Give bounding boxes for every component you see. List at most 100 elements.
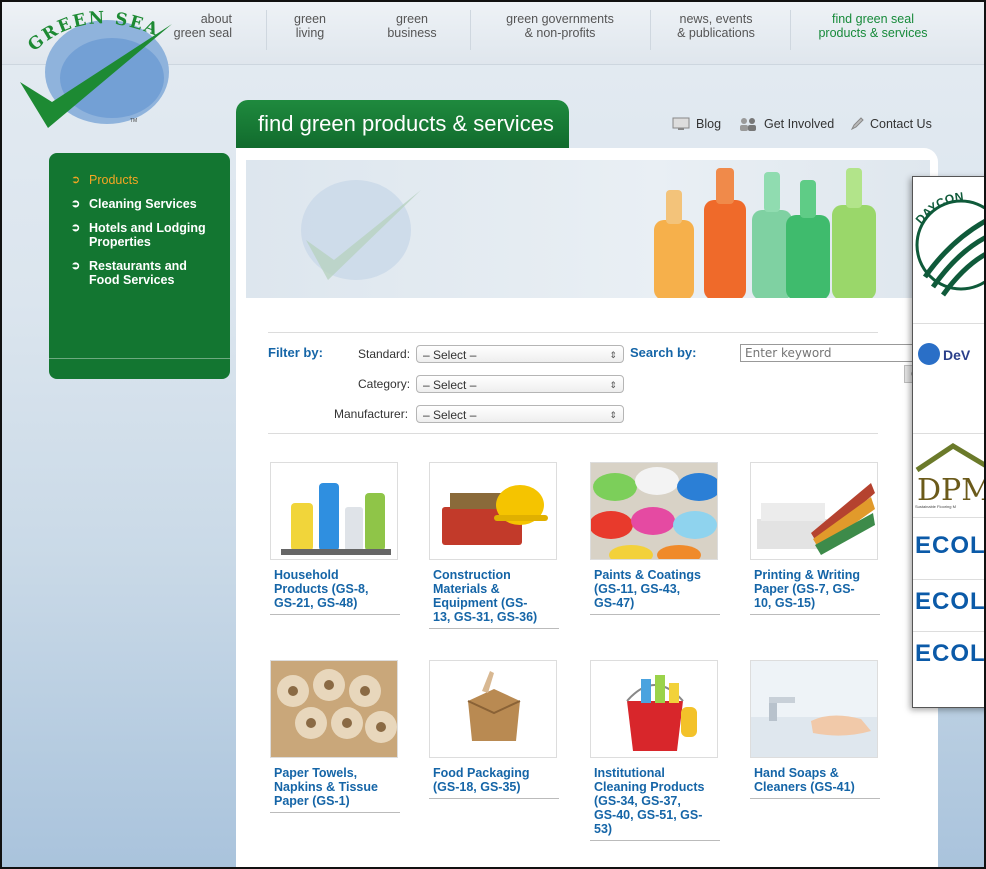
sidebar-item-restaurants[interactable]: ➲ Restaurants and Food Services [69, 259, 209, 287]
select-arrows-icon: ⇕ [609, 350, 617, 360]
arrow-bullet-icon: ➲ [71, 198, 81, 210]
label-line: 10, GS-15) [754, 596, 816, 610]
nav-divider [650, 10, 651, 50]
product-thumbnail [590, 462, 718, 560]
manufacturer-row-daycon[interactable]: DAYCON [913, 177, 984, 323]
manufacturer-label: Manufacturer: [334, 407, 409, 421]
nav-green-business[interactable]: green business [380, 12, 444, 40]
product-card-label: Household Products (GS-8, GS-21, GS-48) [270, 568, 400, 615]
category-label: Category: [358, 377, 411, 391]
blog-label: Blog [696, 117, 722, 131]
label-line: Napkins & Tissue [274, 780, 378, 794]
monitor-icon [672, 117, 690, 130]
filter-section: Filter by: Standard: – Select – ⇕ Catego… [268, 332, 934, 434]
keyword-search-input[interactable] [740, 344, 933, 362]
ecolab-logo-text: ECOLA [915, 640, 986, 667]
pencil-icon [850, 117, 864, 131]
manufacturer-row-dpm[interactable]: DPM Sustainable Flooring M [913, 433, 984, 518]
product-thumbnail [750, 660, 878, 758]
product-card-label: Printing & Writing Paper (GS-7, GS- 10, … [750, 568, 880, 615]
nav-label-line2: & publications [677, 26, 755, 40]
devere-text: DeV [943, 347, 971, 363]
product-card-printing-paper[interactable]: Printing & Writing Paper (GS-7, GS- 10, … [750, 462, 880, 615]
label-line: (GS-11, GS-43, [594, 582, 681, 596]
label-line: Cleaning Products [594, 780, 705, 794]
nav-divider [470, 10, 471, 50]
product-thumbnail [270, 462, 398, 560]
nav-green-living[interactable]: green living [282, 12, 338, 40]
product-thumbnail [750, 462, 878, 560]
product-card-food-packaging[interactable]: Food Packaging (GS-18, GS-35) [429, 660, 559, 799]
paper-stack-image [757, 483, 875, 555]
sidebar-divider [49, 358, 230, 359]
label-line: Paints & Coatings [594, 568, 701, 582]
manufacturer-logo-panel: DAYCON DeV DPM Sustainable Flooring M EC… [912, 176, 986, 708]
product-card-label: Paper Towels, Napkins & Tissue Paper (GS… [270, 766, 400, 813]
label-line: Food Packaging [433, 766, 530, 780]
label-line: Hand Soaps & [754, 766, 839, 780]
nav-green-governments[interactable]: green governments & non-profits [498, 12, 622, 40]
manufacturer-row-devere[interactable]: DeV [913, 323, 984, 434]
category-select[interactable]: – Select – ⇕ [416, 375, 624, 393]
sidebar-item-products[interactable]: ➲ Products [69, 173, 230, 187]
logo-tm: TM [130, 118, 137, 124]
product-card-label: Construction Materials & Equipment (GS- … [429, 568, 559, 629]
label-line: Institutional [594, 766, 665, 780]
nav-label-line1: news, events [679, 12, 753, 26]
sidebar-item-cleaning-services[interactable]: ➲ Cleaning Services [69, 197, 230, 211]
get-involved-link[interactable]: Get Involved [738, 117, 834, 131]
ecolab-logo-text: ECOLA [915, 532, 986, 559]
browser-frame: about green seal green living green busi… [0, 0, 986, 869]
standard-select-value: – Select – [423, 348, 477, 362]
standard-label: Standard: [358, 347, 411, 361]
sidebar-nav: ➲ Products ➲ Cleaning Services ➲ Hotels … [49, 153, 230, 379]
manufacturer-row-ecolab[interactable]: ECOLA [913, 631, 986, 707]
nav-news-events[interactable]: news, events & publications [668, 12, 764, 40]
product-thumbnail [429, 660, 557, 758]
manufacturer-select-value: – Select – [423, 408, 477, 422]
cleaning-bucket-image [626, 675, 697, 751]
blog-link[interactable]: Blog [672, 117, 721, 131]
label-line: (GS-18, GS-35) [433, 780, 521, 794]
sidebar-item-label: Restaurants and Food Services [89, 259, 187, 287]
standard-select[interactable]: – Select – ⇕ [416, 345, 624, 363]
paper-towel-rolls-image [271, 661, 397, 757]
product-card-paints[interactable]: Paints & Coatings (GS-11, GS-43, GS-47) [590, 462, 720, 615]
product-card-label: Hand Soaps & Cleaners (GS-41) [750, 766, 880, 799]
category-select-value: – Select – [423, 378, 477, 392]
nav-label-line1: find green seal [831, 12, 914, 26]
label-line: Paper Towels, [274, 766, 358, 780]
construction-materials-image [442, 485, 548, 545]
green-seal-logo[interactable]: GREEN SEAL TM [12, 4, 182, 134]
product-card-institutional-cleaning[interactable]: Institutional Cleaning Products (GS-34, … [590, 660, 720, 841]
nav-find-products[interactable]: find green seal products & services [810, 12, 936, 40]
hand-washing-image [751, 661, 877, 757]
product-card-hand-soaps[interactable]: Hand Soaps & Cleaners (GS-41) [750, 660, 880, 799]
label-line: Products (GS-8, [274, 582, 369, 596]
product-card-household[interactable]: Household Products (GS-8, GS-21, GS-48) [270, 462, 400, 615]
label-line: Cleaners (GS-41) [754, 780, 855, 794]
product-card-construction[interactable]: Construction Materials & Equipment (GS- … [429, 462, 559, 629]
label-line: Equipment (GS- [433, 596, 528, 610]
nav-label-line1: green [294, 12, 326, 26]
select-arrows-icon: ⇕ [609, 380, 617, 390]
label-line: Household [274, 568, 339, 582]
label-line: GS-47) [594, 596, 635, 610]
manufacturer-row-ecolab[interactable]: ECOLA [913, 579, 984, 632]
nav-label-line1: green [396, 12, 428, 26]
people-icon [740, 118, 756, 131]
arrow-bullet-icon: ➲ [71, 222, 81, 234]
sidebar-item-label: Cleaning Services [89, 197, 197, 211]
devere-logo: DeV [918, 343, 971, 365]
contact-us-link[interactable]: Contact Us [850, 117, 932, 131]
manufacturer-row-ecolab[interactable]: ECOLA [913, 517, 986, 580]
bottles-banner-image [301, 168, 876, 298]
nav-label-line2: business [387, 26, 437, 40]
paint-cans-image [591, 463, 717, 559]
product-card-paper-towels[interactable]: Paper Towels, Napkins & Tissue Paper (GS… [270, 660, 400, 813]
sidebar-item-hotels[interactable]: ➲ Hotels and Lodging Properties [69, 221, 209, 249]
content-panel: Filter by: Standard: – Select – ⇕ Catego… [236, 148, 938, 867]
manufacturer-select[interactable]: – Select – ⇕ [416, 405, 624, 423]
sidebar-item-label: Products [89, 173, 139, 187]
nav-label-line2: products & services [818, 26, 928, 40]
